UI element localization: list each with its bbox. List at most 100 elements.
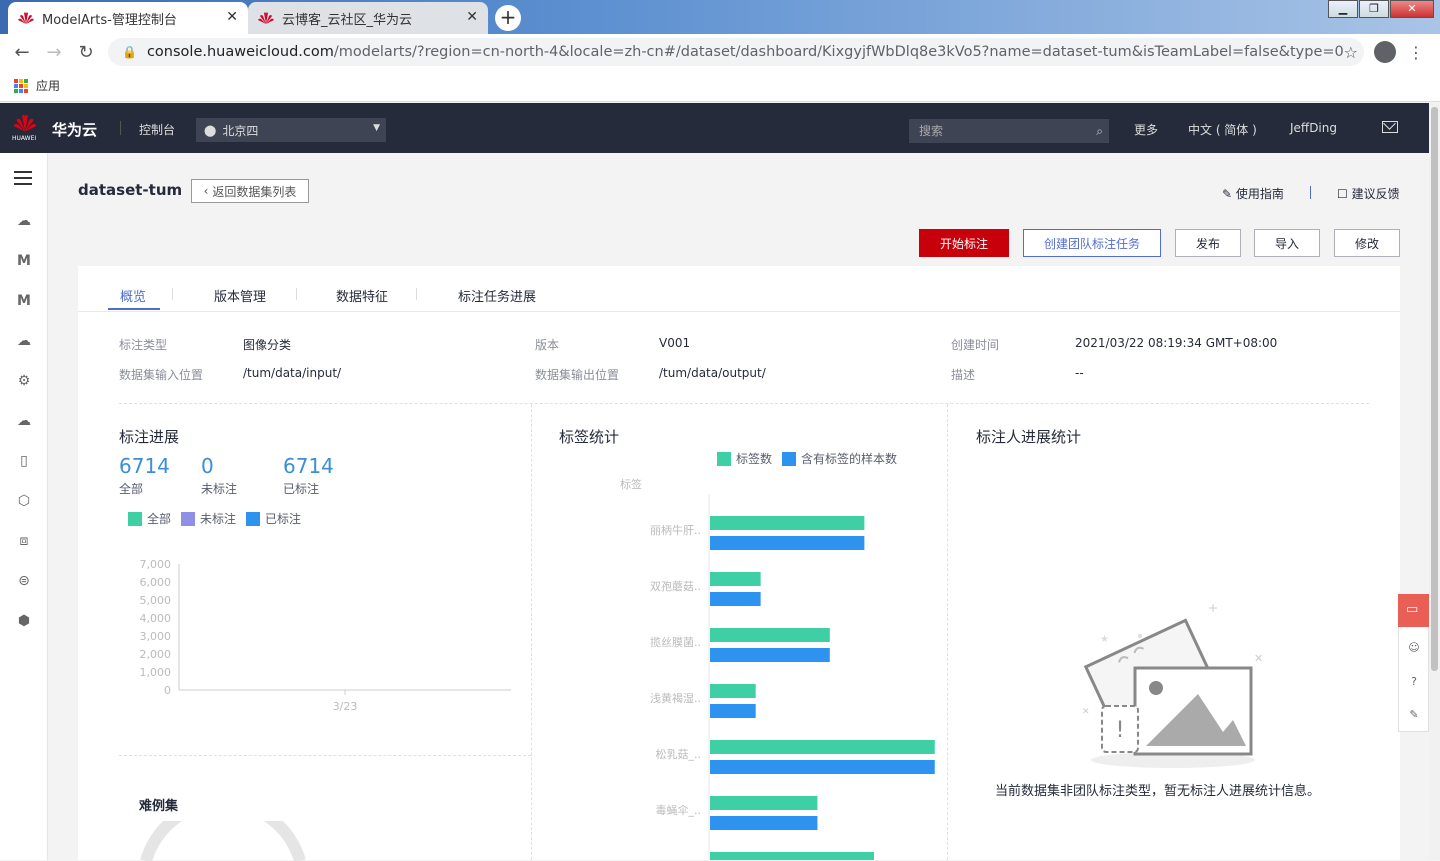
brand-name[interactable]: 华为云: [52, 119, 97, 140]
page-scrollbar[interactable]: [1429, 103, 1440, 860]
create-team-task-button[interactable]: 创建团队标注任务: [1023, 229, 1161, 257]
tab-divider: [416, 288, 417, 300]
new-tab-button[interactable]: +: [495, 5, 521, 31]
huawei-logo[interactable]: HUAWEI: [12, 113, 40, 145]
chat-button[interactable]: ▭: [1398, 594, 1429, 627]
description-key: 描述: [951, 368, 976, 382]
mail-icon[interactable]: [1382, 121, 1398, 133]
input-location-value: /tum/data/input/: [243, 366, 342, 380]
tab-data-features[interactable]: 数据特征: [336, 286, 388, 305]
cloud-service-icon[interactable]: ☁: [14, 213, 34, 229]
cloud-upload-icon[interactable]: ☁: [14, 333, 34, 349]
back-to-list-button[interactable]: ‹ 返回数据集列表: [191, 179, 309, 203]
feedback-edit-icon[interactable]: ✎: [1407, 708, 1421, 722]
address-bar: ← → ↻ 🔒 console.huaweicloud.com/modelart…: [0, 34, 1440, 70]
start-labeling-button[interactable]: 开始标注: [919, 229, 1009, 257]
user-menu[interactable]: JeffDing: [1290, 121, 1337, 135]
legend-item-labeled[interactable]: 已标注: [246, 510, 301, 527]
bookmark-star-icon[interactable]: ☆: [1344, 43, 1358, 62]
region-value: 北京四: [222, 123, 259, 138]
labeled-count: 6714: [283, 454, 334, 478]
label-type-key: 标注类型: [119, 338, 168, 352]
svg-text:+: +: [1208, 602, 1218, 615]
forward-arrow-icon[interactable]: →: [44, 42, 64, 63]
y-tick-label: 1,000: [140, 666, 172, 679]
output-location-key: 数据集输出位置: [535, 368, 620, 382]
tab-version-management[interactable]: 版本管理: [214, 286, 266, 305]
tab-labeling-progress[interactable]: 标注任务进展: [458, 286, 536, 305]
close-icon[interactable]: ✕: [466, 9, 478, 25]
gear-service-icon[interactable]: ⚙: [14, 373, 34, 389]
legend-swatch: [782, 451, 797, 466]
back-button-label: 返回数据集列表: [212, 184, 297, 199]
service-sidebar: ☁ M M ☁ ⚙ ☁ ▯ ⬡ ⧈ ⊜ ⬢: [0, 153, 48, 860]
browser-tab-cloud-blog[interactable]: 云博客_云社区_华为云 ✕: [248, 2, 488, 34]
modelarts-alt-icon[interactable]: M: [14, 293, 34, 309]
tag-axis-label: 标签: [620, 478, 642, 491]
tab-divider: [172, 288, 173, 300]
bookmark-apps[interactable]: 应用: [36, 77, 60, 94]
legend-item-tag-count[interactable]: 标签数: [717, 450, 772, 467]
modelarts-icon[interactable]: M: [14, 253, 34, 269]
legend-item-sample-count[interactable]: 含有标签的样本数: [782, 450, 897, 467]
close-icon[interactable]: ✕: [226, 9, 238, 25]
reload-icon[interactable]: ↻: [76, 42, 96, 63]
minimize-button[interactable]: ▁: [1328, 0, 1358, 18]
back-arrow-icon[interactable]: ←: [12, 42, 32, 63]
divider: [947, 404, 948, 860]
url-path: /modelarts/?region=cn-north-4&locale=zh-…: [333, 44, 1344, 60]
cloud-outline-icon[interactable]: ☁: [14, 413, 34, 429]
search-input[interactable]: 搜索 ⌕: [909, 119, 1109, 143]
category-label: 双孢蘑菇..: [650, 579, 701, 593]
legend-label: 标签数: [736, 452, 773, 466]
legend-item-all[interactable]: 全部: [128, 510, 171, 527]
browser-tab-modelarts[interactable]: ModelArts-管理控制台 ✕: [8, 2, 248, 34]
storage-icon[interactable]: ⊜: [14, 573, 34, 589]
account-avatar-icon[interactable]: [1374, 41, 1396, 63]
tab-overview[interactable]: 概览: [120, 286, 146, 305]
guide-label: 使用指南: [1235, 187, 1284, 201]
window-close-button[interactable]: ✕: [1390, 0, 1434, 18]
label-type-value: 图像分类: [243, 338, 292, 352]
import-button[interactable]: 导入: [1254, 229, 1320, 257]
bar-tag-count: [710, 684, 756, 698]
hexagon-icon[interactable]: ⬡: [14, 493, 34, 509]
box-icon[interactable]: ⧈: [14, 533, 34, 549]
console-link[interactable]: 控制台: [139, 121, 175, 138]
progress-title: 标注进展: [119, 428, 180, 446]
publish-button[interactable]: 发布: [1175, 229, 1241, 257]
apps-grid-icon[interactable]: [14, 78, 28, 93]
guide-link[interactable]: ✎ 使用指南: [1222, 185, 1284, 202]
more-menu[interactable]: 更多: [1134, 121, 1158, 138]
floating-toolbar: ▭ ☺ ? ✎: [1398, 594, 1429, 732]
svg-text:✕: ✕: [1254, 652, 1263, 665]
chat-icon: ▭: [1406, 602, 1419, 617]
legend-item-unlabeled[interactable]: 未标注: [181, 510, 236, 527]
hamburger-menu-icon[interactable]: [14, 171, 32, 185]
location-pin-icon: ⬤: [204, 123, 217, 137]
feedback-link[interactable]: ☐ 建议反馈: [1337, 185, 1400, 202]
huawei-logo-icon: [18, 11, 34, 25]
y-tick-label: 3,000: [140, 630, 172, 643]
divider: [120, 121, 121, 135]
region-select[interactable]: ⬤ 北京四 ▼: [196, 118, 386, 142]
url-host: console.huaweicloud.com: [146, 44, 334, 60]
maximize-button[interactable]: ❐: [1359, 0, 1389, 18]
url-input[interactable]: 🔒 console.huaweicloud.com/modelarts/?reg…: [108, 38, 1364, 66]
bar-tag-count: [710, 516, 865, 530]
version-value: V001: [659, 336, 691, 350]
svg-text:✕: ✕: [1082, 707, 1090, 717]
browser-menu-icon[interactable]: ⋮: [1408, 43, 1424, 62]
hard-examples-title: 难例集: [139, 799, 179, 814]
language-menu[interactable]: 中文 ( 简体 ): [1188, 121, 1257, 138]
output-location-value: /tum/data/output/: [659, 366, 766, 380]
smile-icon[interactable]: ☺: [1407, 641, 1421, 655]
lock-icon: 🔒: [122, 45, 137, 59]
shield-icon[interactable]: ⬢: [14, 613, 34, 629]
description-value: --: [1075, 366, 1084, 380]
scrollbar-thumb[interactable]: [1431, 107, 1438, 671]
modify-button[interactable]: 修改: [1334, 229, 1400, 257]
help-icon[interactable]: ?: [1407, 675, 1421, 689]
search-icon[interactable]: ⌕: [1096, 119, 1103, 143]
document-icon[interactable]: ▯: [14, 453, 34, 469]
